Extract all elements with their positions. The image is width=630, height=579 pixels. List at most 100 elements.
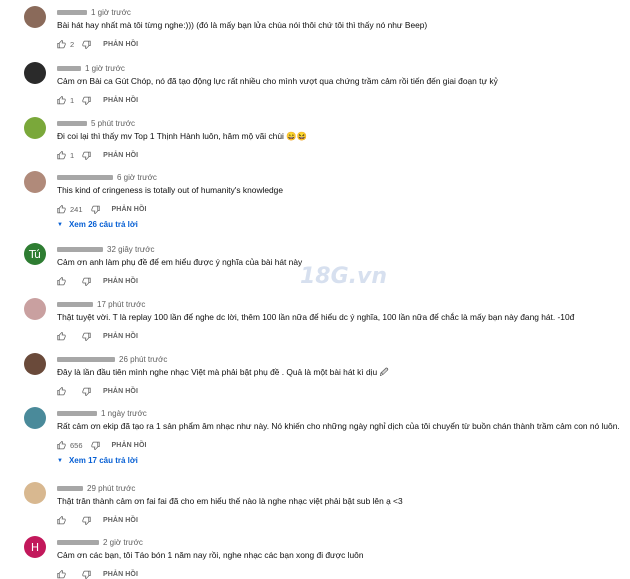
- author-name-redacted[interactable]: [57, 302, 93, 308]
- comment-time[interactable]: 17 phút trước: [97, 300, 145, 309]
- comment-text: Thật trân thành cảm ơn fai fai đã cho em…: [57, 496, 403, 506]
- comment-actions: PHẢN HỒI: [57, 276, 138, 286]
- comment-time[interactable]: 26 phút trước: [119, 355, 167, 364]
- reply-button[interactable]: PHẢN HỒI: [112, 442, 147, 449]
- reply-button[interactable]: PHẢN HỒI: [103, 517, 138, 524]
- like-button[interactable]: [57, 440, 66, 450]
- reply-button[interactable]: PHẢN HỒI: [103, 152, 138, 159]
- dislike-button[interactable]: [82, 277, 91, 286]
- avatar[interactable]: [24, 62, 46, 84]
- author-name-redacted[interactable]: [57, 10, 87, 16]
- comment-meta: 1 giờ trước: [57, 64, 125, 73]
- comment-meta: 17 phút trước: [57, 300, 145, 309]
- comment-meta: 32 giây trước: [57, 245, 155, 254]
- like-count: 1: [70, 150, 75, 160]
- comment-time[interactable]: 1 giờ trước: [85, 64, 125, 73]
- comment-actions: PHẢN HỒI: [57, 331, 138, 341]
- view-replies-label: Xem 17 câu trả lời: [68, 456, 138, 465]
- comment-meta: 5 phút trước: [57, 119, 135, 128]
- comment-actions: 656 PHẢN HỒI: [57, 440, 147, 450]
- reply-button[interactable]: PHẢN HỒI: [103, 388, 138, 395]
- comment-actions: 241 PHẢN HỒI: [57, 204, 147, 214]
- author-name-redacted[interactable]: [57, 66, 81, 72]
- comment-time[interactable]: 29 phút trước: [87, 484, 135, 493]
- comment-text: Cảm ơn Bài ca Gút Chóp, nó đã tạo động l…: [57, 76, 498, 86]
- comment-meta: 6 giờ trước: [57, 173, 157, 182]
- comment-meta: 1 ngày trước: [57, 409, 147, 418]
- like-button[interactable]: [57, 569, 66, 579]
- dislike-button[interactable]: [82, 387, 91, 396]
- like-button[interactable]: [57, 204, 66, 214]
- reply-button[interactable]: PHẢN HỒI: [103, 41, 138, 48]
- comment-actions: PHẢN HỒI: [57, 386, 138, 396]
- view-replies-button[interactable]: ▼ Xem 26 câu trả lời: [57, 220, 138, 229]
- like-count: 2: [70, 39, 75, 49]
- comment-text: Rất cảm ơn ekip đã tạo ra 1 sản phẩm âm …: [57, 421, 620, 431]
- like-button[interactable]: [57, 95, 66, 105]
- like-button[interactable]: [57, 386, 66, 396]
- like-count: 1: [70, 95, 75, 105]
- reply-button[interactable]: PHẢN HỒI: [103, 571, 138, 578]
- author-name-redacted[interactable]: [57, 121, 87, 127]
- like-button[interactable]: [57, 515, 66, 525]
- avatar-letter: Tú: [28, 247, 42, 261]
- avatar[interactable]: [24, 353, 46, 375]
- dislike-button[interactable]: [82, 332, 91, 341]
- chevron-down-icon: ▼: [57, 221, 63, 228]
- comment-actions: 1 PHẢN HỒI: [57, 95, 138, 105]
- like-count: 656: [70, 440, 83, 450]
- like-button[interactable]: [57, 331, 66, 341]
- dislike-button[interactable]: [90, 205, 100, 214]
- author-name-redacted[interactable]: [57, 486, 83, 492]
- dislike-button[interactable]: [82, 40, 91, 49]
- comment-time[interactable]: 6 giờ trước: [117, 173, 157, 182]
- view-replies-label: Xem 26 câu trả lời: [68, 220, 138, 229]
- dislike-button[interactable]: [90, 441, 100, 450]
- avatar[interactable]: [24, 117, 46, 139]
- comment-time[interactable]: 32 giây trước: [107, 245, 155, 254]
- comment-text: Cảm ơn các bạn, tôi Táo bón 1 năm nay rồ…: [57, 550, 364, 560]
- author-name-redacted[interactable]: [57, 540, 99, 546]
- comment-time[interactable]: 5 phút trước: [91, 119, 135, 128]
- reply-button[interactable]: PHẢN HỒI: [103, 278, 138, 285]
- author-name-redacted[interactable]: [57, 247, 103, 253]
- reply-button[interactable]: PHẢN HỒI: [112, 206, 147, 213]
- comment-actions: 1 PHẢN HỒI: [57, 150, 138, 160]
- avatar[interactable]: [24, 6, 46, 28]
- reply-button[interactable]: PHẢN HỒI: [103, 97, 138, 104]
- comment-meta: 1 giờ trước: [57, 8, 131, 17]
- reply-button[interactable]: PHẢN HỒI: [103, 333, 138, 340]
- comment-actions: PHẢN HỒI: [57, 515, 138, 525]
- like-button[interactable]: [57, 150, 66, 160]
- avatar[interactable]: [24, 298, 46, 320]
- author-name-redacted[interactable]: [57, 175, 113, 181]
- like-button[interactable]: [57, 276, 66, 286]
- comment-actions: 2 PHẢN HỒI: [57, 39, 138, 49]
- avatar[interactable]: H: [24, 536, 46, 558]
- author-name-redacted[interactable]: [57, 411, 97, 417]
- avatar[interactable]: [24, 407, 46, 429]
- comment-text: Đi coi lại thì thấy mv Top 1 Thịnh Hành …: [57, 131, 308, 141]
- comment-text: Đây là lần đầu tiên mình nghe nhạc Việt …: [57, 367, 389, 377]
- avatar[interactable]: Tú: [24, 243, 46, 265]
- like-count: 241: [70, 204, 83, 214]
- comment-text: Thật tuyệt vời. T là replay 100 lần để n…: [57, 312, 575, 322]
- like-button[interactable]: [57, 39, 66, 49]
- dislike-button[interactable]: [82, 151, 91, 160]
- comment-text: This kind of cringeness is totally out o…: [57, 185, 283, 195]
- dislike-button[interactable]: [82, 516, 91, 525]
- author-name-redacted[interactable]: [57, 357, 115, 363]
- comment-actions: PHẢN HỒI: [57, 569, 138, 579]
- comment-text: Cảm ơn anh làm phụ đề để em hiểu được ý …: [57, 257, 303, 267]
- watermark: 18G.vn: [300, 264, 388, 289]
- avatar[interactable]: [24, 171, 46, 193]
- comment-time[interactable]: 2 giờ trước: [103, 538, 143, 547]
- avatar[interactable]: [24, 482, 46, 504]
- comment-meta: 29 phút trước: [57, 484, 135, 493]
- view-replies-button[interactable]: ▼ Xem 17 câu trả lời: [57, 456, 138, 465]
- dislike-button[interactable]: [82, 96, 91, 105]
- comment-meta: 26 phút trước: [57, 355, 167, 364]
- comment-time[interactable]: 1 giờ trước: [91, 8, 131, 17]
- dislike-button[interactable]: [82, 570, 91, 579]
- comment-time[interactable]: 1 ngày trước: [101, 409, 147, 418]
